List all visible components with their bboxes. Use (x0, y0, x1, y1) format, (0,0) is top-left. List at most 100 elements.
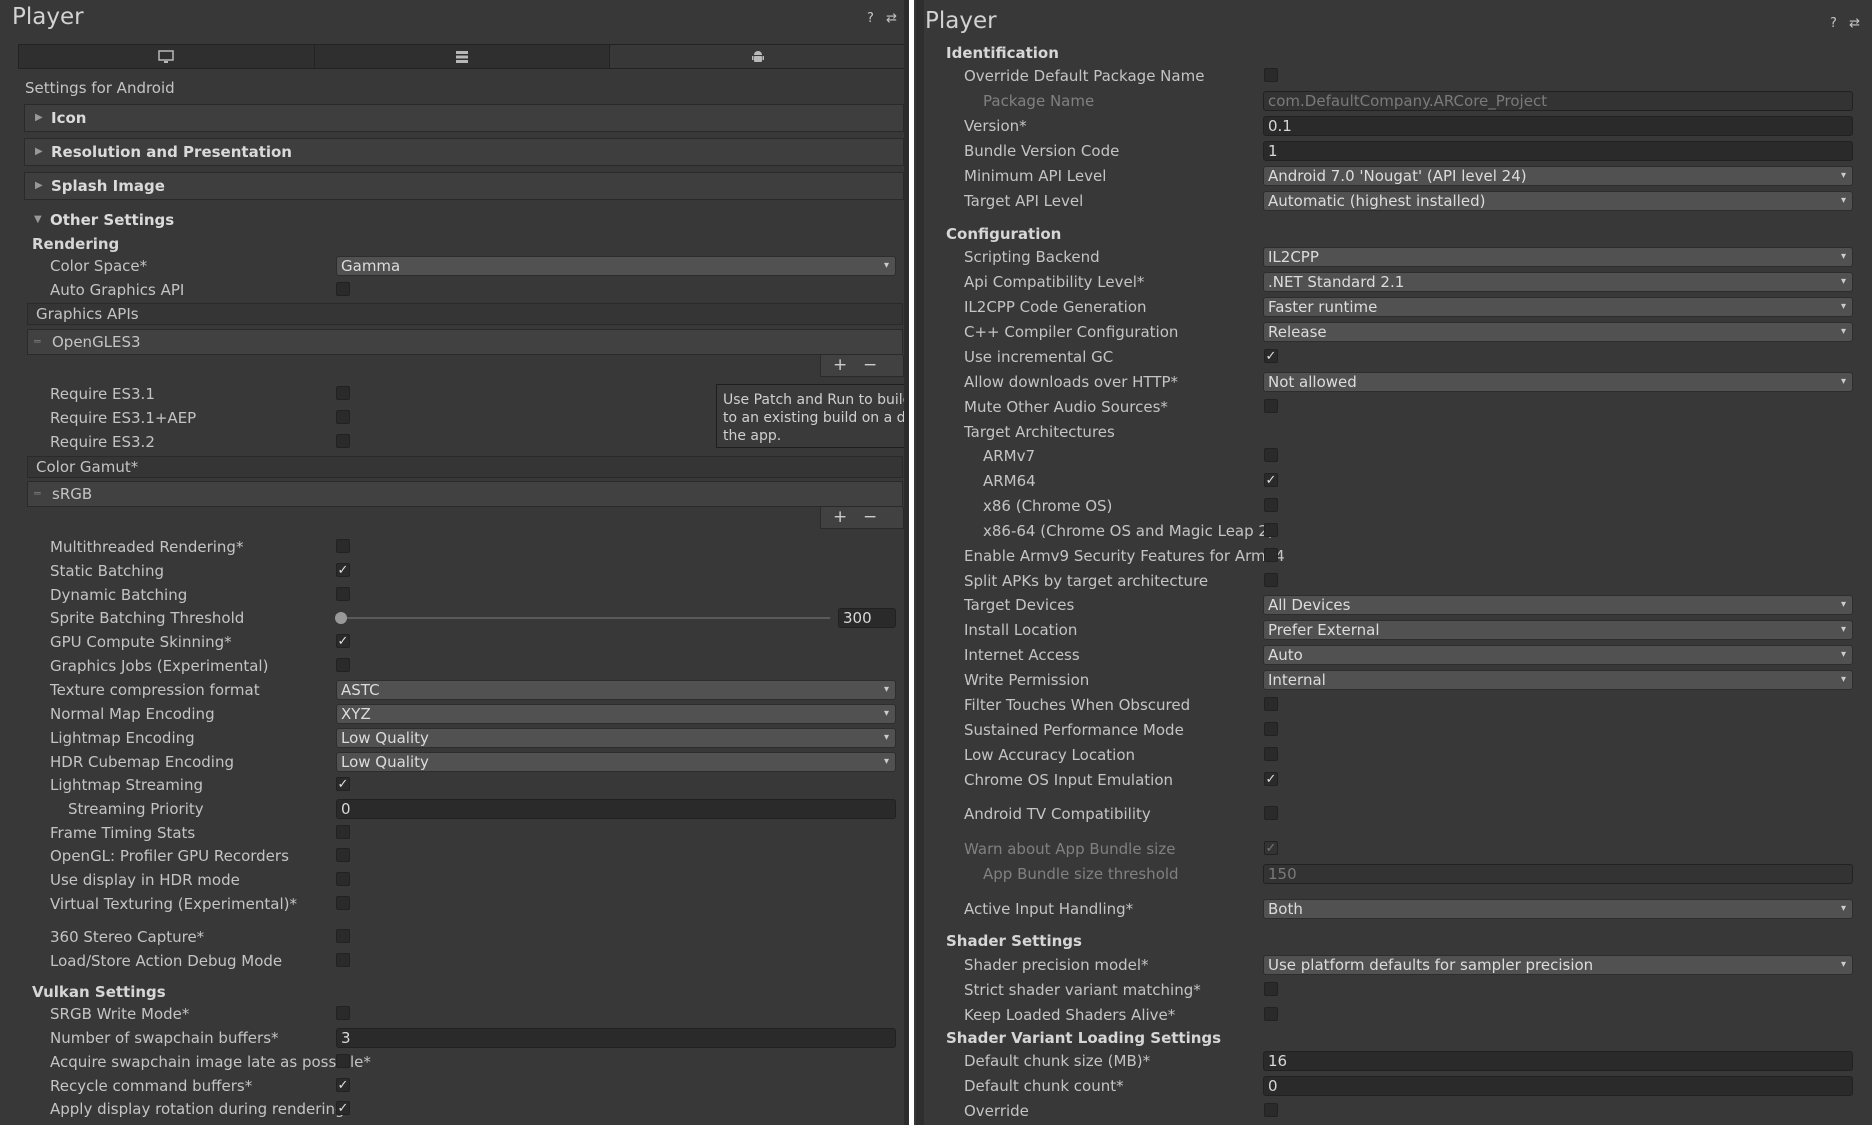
display-rotation-checkbox[interactable]: ✓ (336, 1101, 350, 1116)
dynamic-batching-checkbox[interactable] (336, 587, 350, 601)
row-normal-map: Normal Map Encoding XYZ ▾ (0, 703, 909, 725)
filter-touches-checkbox[interactable] (1264, 697, 1278, 711)
swapchain-buffers-field[interactable]: 3 (336, 1028, 896, 1048)
virtual-texturing-checkbox[interactable] (336, 896, 350, 910)
min-api-dropdown[interactable]: Android 7.0 'Nougat' (API level 24) ▾ (1263, 166, 1853, 186)
opengl-profiler-checkbox[interactable] (336, 848, 350, 862)
input-handling-dropdown[interactable]: Both ▾ (1263, 899, 1853, 919)
fold-resolution[interactable]: ▶ Resolution and Presentation (24, 138, 904, 166)
keep-shaders-checkbox[interactable] (1264, 1007, 1278, 1021)
chevron-down-icon: ▾ (1840, 326, 1846, 337)
require-es31aep-checkbox[interactable] (336, 410, 350, 424)
low-accuracy-checkbox[interactable] (1264, 747, 1278, 761)
shader-precision-dropdown[interactable]: Use platform defaults for sampler precis… (1263, 955, 1853, 975)
strict-shader-checkbox[interactable] (1264, 982, 1278, 996)
target-devices-dropdown[interactable]: All Devices ▾ (1263, 595, 1853, 615)
fold-splash[interactable]: ▶ Splash Image (24, 172, 904, 200)
x86-checkbox[interactable] (1264, 498, 1278, 512)
android-tv-checkbox[interactable] (1264, 806, 1278, 820)
lightmap-streaming-checkbox[interactable]: ✓ (336, 777, 350, 792)
stereo-capture-label: 360 Stereo Capture* (50, 928, 205, 946)
package-name-field[interactable]: com.DefaultCompany.ARCore_Project (1263, 91, 1853, 111)
add-icon[interactable]: + (833, 355, 847, 375)
cpp-config-dropdown[interactable]: Release ▾ (1263, 322, 1853, 342)
hdr-cubemap-dropdown[interactable]: Low Quality ▾ (336, 752, 896, 772)
fold-icon[interactable]: ▶ Icon (24, 104, 904, 132)
row-recycle-buffers: Recycle command buffers* ✓ (0, 1075, 909, 1097)
streaming-priority-field[interactable]: 0 (336, 799, 896, 819)
warn-bundle-label: Warn about App Bundle size (964, 840, 1176, 858)
arm64-checkbox[interactable]: ✓ (1264, 473, 1278, 488)
settings-icon[interactable]: ⇄ (1849, 16, 1860, 31)
scripting-backend-dropdown[interactable]: IL2CPP ▾ (1263, 247, 1853, 267)
hdr-display-checkbox[interactable] (336, 872, 350, 886)
normal-map-dropdown[interactable]: XYZ ▾ (336, 704, 896, 724)
chevron-down-icon: ▾ (1840, 170, 1846, 181)
armv7-checkbox[interactable] (1264, 448, 1278, 462)
srgb-write-checkbox[interactable] (336, 1006, 350, 1020)
load-store-checkbox[interactable] (336, 953, 350, 967)
chevron-down-icon: ▾ (1840, 195, 1846, 206)
api-compat-dropdown[interactable]: .NET Standard 2.1 ▾ (1263, 272, 1853, 292)
row-opengl-profiler: OpenGL: Profiler GPU Recorders (0, 845, 909, 867)
frame-timing-checkbox[interactable] (336, 825, 350, 839)
acquire-late-checkbox[interactable] (336, 1054, 350, 1068)
il2cpp-codegen-dropdown[interactable]: Faster runtime ▾ (1263, 297, 1853, 317)
slider-handle[interactable] (335, 612, 347, 624)
drag-handle-icon[interactable]: ═ (34, 330, 41, 354)
require-es31-checkbox[interactable] (336, 386, 350, 400)
sprite-threshold-field[interactable]: 300 (838, 608, 896, 628)
split-apks-checkbox[interactable] (1264, 573, 1278, 587)
armv9-checkbox[interactable] (1264, 548, 1278, 562)
graphics-apis-item[interactable]: ═ OpenGLES3 (27, 329, 903, 355)
target-api-dropdown[interactable]: Automatic (highest installed) ▾ (1263, 191, 1853, 211)
incremental-gc-checkbox[interactable]: ✓ (1264, 349, 1278, 364)
require-es32-checkbox[interactable] (336, 434, 350, 448)
chunk-count-field[interactable]: 0 (1263, 1076, 1853, 1096)
sustained-perf-checkbox[interactable] (1264, 722, 1278, 736)
http-dropdown[interactable]: Not allowed ▾ (1263, 372, 1853, 392)
chromeos-input-checkbox[interactable]: ✓ (1264, 772, 1278, 787)
multithreaded-checkbox[interactable] (336, 539, 350, 553)
sprite-threshold-slider[interactable] (340, 617, 830, 619)
chevron-down-icon: ▾ (1840, 276, 1846, 287)
row-x86: x86 (Chrome OS) (914, 495, 1872, 517)
bundle-code-field[interactable]: 1 (1263, 141, 1853, 161)
override-package-checkbox[interactable] (1264, 68, 1278, 82)
chunk-size-field[interactable]: 16 (1263, 1051, 1853, 1071)
recycle-buffers-checkbox[interactable]: ✓ (336, 1078, 350, 1093)
x86-64-checkbox[interactable] (1264, 523, 1278, 537)
graphics-jobs-checkbox[interactable] (336, 658, 350, 672)
fold-other-settings[interactable]: ▼ Other Settings (24, 207, 904, 235)
color-space-dropdown[interactable]: Gamma ▾ (336, 256, 896, 276)
warn-bundle-checkbox[interactable]: ✓ (1264, 841, 1278, 856)
gpu-skinning-checkbox[interactable]: ✓ (336, 634, 350, 649)
row-auto-graphics: Auto Graphics API (0, 279, 909, 301)
internet-access-dropdown[interactable]: Auto ▾ (1263, 645, 1853, 665)
drag-handle-icon[interactable]: ═ (34, 482, 41, 506)
settings-icon[interactable]: ⇄ (886, 11, 897, 26)
texture-format-dropdown[interactable]: ASTC ▾ (336, 680, 896, 700)
mute-audio-checkbox[interactable] (1264, 399, 1278, 413)
tooltip-line: Use Patch and Run to build o (723, 392, 909, 408)
override-checkbox[interactable] (1264, 1103, 1278, 1117)
remove-icon[interactable]: − (863, 507, 877, 527)
help-icon[interactable]: ? (867, 11, 874, 26)
add-icon[interactable]: + (833, 507, 847, 527)
install-location-dropdown[interactable]: Prefer External ▾ (1263, 620, 1853, 640)
tab-android[interactable] (610, 45, 906, 68)
help-icon[interactable]: ? (1830, 16, 1837, 31)
tab-standalone[interactable] (19, 45, 315, 68)
write-permission-dropdown[interactable]: Internal ▾ (1263, 670, 1853, 690)
stereo-capture-checkbox[interactable] (336, 929, 350, 943)
internet-access-label: Internet Access (964, 646, 1080, 664)
color-gamut-item[interactable]: ═ sRGB (27, 481, 903, 507)
tab-server[interactable] (314, 45, 611, 68)
lightmap-encoding-dropdown[interactable]: Low Quality ▾ (336, 728, 896, 748)
static-batching-checkbox[interactable]: ✓ (336, 563, 350, 578)
bundle-threshold-field[interactable]: 150 (1263, 864, 1853, 884)
row-chromeos-input: Chrome OS Input Emulation ✓ (914, 769, 1872, 791)
remove-icon[interactable]: − (863, 355, 877, 375)
version-field[interactable]: 0.1 (1263, 116, 1853, 136)
auto-graphics-checkbox[interactable] (336, 282, 350, 296)
